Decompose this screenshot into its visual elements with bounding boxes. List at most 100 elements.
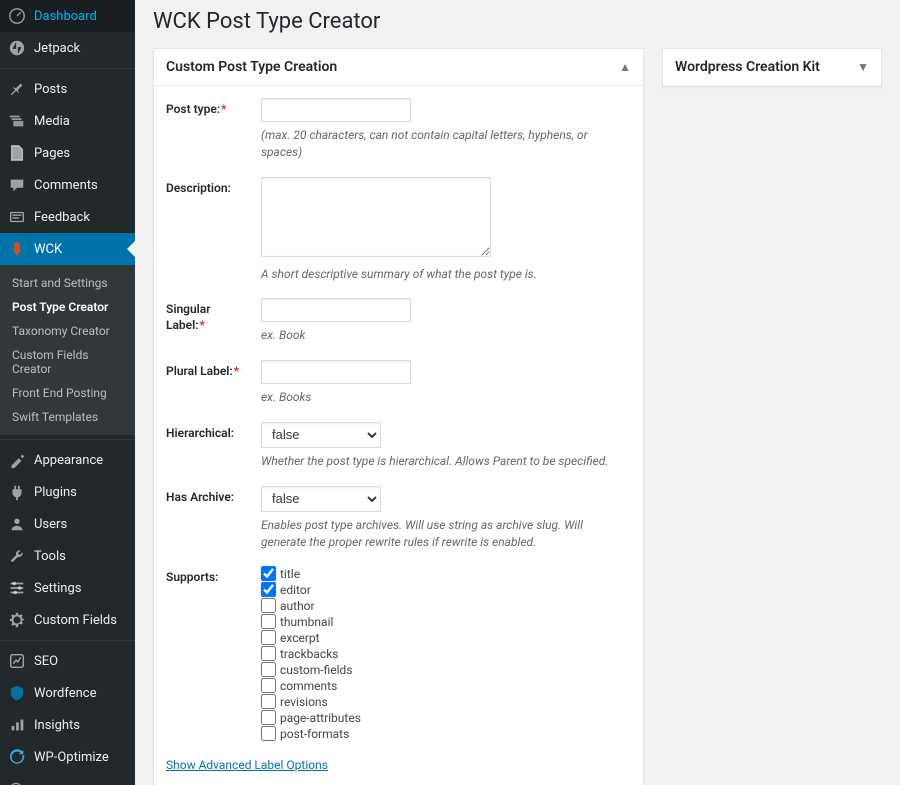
input-post-type[interactable] — [261, 98, 411, 122]
supports-checkbox[interactable] — [261, 694, 276, 709]
sidebar-item-pages[interactable]: Pages — [0, 137, 135, 169]
sidebar-label: SEO — [34, 654, 58, 669]
supports-option[interactable]: title — [261, 566, 631, 581]
supports-checkbox[interactable] — [261, 726, 276, 741]
submenu-swift-templates[interactable]: Swift Templates — [0, 405, 135, 429]
sidebar-item-wck[interactable]: WCK — [0, 233, 135, 265]
sidebar-label: Media — [34, 114, 70, 129]
shield-icon — [8, 684, 26, 702]
sidebar-label: Jetpack — [34, 41, 80, 56]
supports-option-label: page-attributes — [280, 711, 361, 725]
sidebar-item-seo[interactable]: SEO — [0, 645, 135, 677]
collapse-menu[interactable]: Collapse menu — [0, 773, 135, 785]
sidebar-item-users[interactable]: Users — [0, 508, 135, 540]
sidebar-item-tools[interactable]: Tools — [0, 540, 135, 572]
metabox-header[interactable]: Custom Post Type Creation ▲ — [154, 49, 643, 86]
sidebar-label: Dashboard — [34, 9, 97, 24]
sidebar-item-wp-optimize[interactable]: WP-Optimize — [0, 741, 135, 773]
submenu-post-type-creator[interactable]: Post Type Creator — [0, 295, 135, 319]
sidebar-item-settings[interactable]: Settings — [0, 572, 135, 604]
feedback-icon — [8, 208, 26, 226]
supports-checkbox[interactable] — [261, 646, 276, 661]
label-singular: Singular Label:* — [166, 298, 251, 333]
hint-hierarchical: Whether the post type is hierarchical. A… — [261, 453, 631, 470]
supports-checkbox[interactable] — [261, 566, 276, 581]
sidebar-label: Settings — [34, 581, 81, 596]
sidebar-item-insights[interactable]: Insights — [0, 709, 135, 741]
submenu-taxonomy-creator[interactable]: Taxonomy Creator — [0, 319, 135, 343]
chart-icon — [8, 716, 26, 734]
supports-checkbox[interactable] — [261, 678, 276, 693]
supports-checkbox[interactable] — [261, 614, 276, 629]
submenu-custom-fields-creator[interactable]: Custom Fields Creator — [0, 343, 135, 381]
supports-option[interactable]: page-attributes — [261, 710, 631, 725]
supports-option[interactable]: thumbnail — [261, 614, 631, 629]
gear-icon — [8, 611, 26, 629]
hint-has-archive: Enables post type archives. Will use str… — [261, 517, 631, 551]
jetpack-icon — [8, 39, 26, 57]
sidebar-separator — [0, 636, 135, 641]
dashboard-icon — [8, 7, 26, 25]
supports-option-label: author — [280, 599, 315, 613]
sidebar-item-appearance[interactable]: Appearance — [0, 444, 135, 476]
sidebar-label: Users — [34, 517, 67, 532]
supports-option[interactable]: editor — [261, 582, 631, 597]
supports-option[interactable]: excerpt — [261, 630, 631, 645]
sidebar-label: Wordfence — [34, 686, 97, 701]
sidebar-item-wordfence[interactable]: Wordfence — [0, 677, 135, 709]
supports-option[interactable]: post-formats — [261, 726, 631, 741]
sidebar-separator — [0, 64, 135, 69]
pin-icon — [8, 80, 26, 98]
sidebar-item-comments[interactable]: Comments — [0, 169, 135, 201]
select-has-archive[interactable]: false — [261, 486, 381, 512]
sidebar-label: Plugins — [34, 485, 77, 500]
users-icon — [8, 515, 26, 533]
label-description: Description: — [166, 177, 251, 197]
settings-icon — [8, 579, 26, 597]
supports-checkbox[interactable] — [261, 710, 276, 725]
supports-option-label: title — [280, 567, 300, 581]
collapse-up-icon: ▲ — [619, 60, 631, 74]
select-hierarchical[interactable]: false — [261, 422, 381, 448]
media-icon — [8, 112, 26, 130]
page-icon — [8, 144, 26, 162]
metabox-wck-kit: Wordpress Creation Kit ▼ — [662, 48, 882, 87]
submenu-start-settings[interactable]: Start and Settings — [0, 271, 135, 295]
sidebar-item-jetpack[interactable]: Jetpack — [0, 32, 135, 64]
supports-option[interactable]: comments — [261, 678, 631, 693]
submenu-front-end-posting[interactable]: Front End Posting — [0, 381, 135, 405]
sidebar-label: Posts — [34, 82, 67, 97]
supports-option[interactable]: author — [261, 598, 631, 613]
supports-option[interactable]: custom-fields — [261, 662, 631, 677]
sidebar-label: Appearance — [34, 453, 103, 468]
sidebar-item-feedback[interactable]: Feedback — [0, 201, 135, 233]
sidebar-label: Insights — [34, 718, 80, 733]
input-plural-label[interactable] — [261, 360, 411, 384]
hint-post-type: (max. 20 characters, can not contain cap… — [261, 127, 631, 161]
hint-plural: ex. Books — [261, 389, 631, 406]
supports-checkbox[interactable] — [261, 630, 276, 645]
supports-checkbox[interactable] — [261, 598, 276, 613]
input-singular-label[interactable] — [261, 298, 411, 322]
label-plural: Plural Label:* — [166, 360, 251, 380]
metabox-header-side[interactable]: Wordpress Creation Kit ▼ — [663, 49, 881, 86]
label-hierarchical: Hierarchical: — [166, 422, 251, 442]
metabox-side-title: Wordpress Creation Kit — [675, 59, 820, 75]
hint-singular: ex. Book — [261, 327, 631, 344]
refresh-icon — [8, 748, 26, 766]
sidebar-label: WP-Optimize — [34, 750, 109, 765]
sidebar-item-plugins[interactable]: Plugins — [0, 476, 135, 508]
sidebar-item-posts[interactable]: Posts — [0, 73, 135, 105]
supports-checkbox[interactable] — [261, 582, 276, 597]
sidebar-item-dashboard[interactable]: Dashboard — [0, 0, 135, 32]
sidebar-item-media[interactable]: Media — [0, 105, 135, 137]
supports-option[interactable]: revisions — [261, 694, 631, 709]
supports-checkbox[interactable] — [261, 662, 276, 677]
supports-option[interactable]: trackbacks — [261, 646, 631, 661]
sidebar-item-custom-fields[interactable]: Custom Fields — [0, 604, 135, 636]
sidebar-label: WCK — [34, 242, 62, 257]
metabox-cpt-creation: Custom Post Type Creation ▲ Post type:* … — [153, 48, 644, 785]
textarea-description[interactable] — [261, 177, 491, 257]
supports-option-label: editor — [280, 583, 311, 597]
link-advanced-label-options[interactable]: Show Advanced Label Options — [166, 758, 328, 772]
